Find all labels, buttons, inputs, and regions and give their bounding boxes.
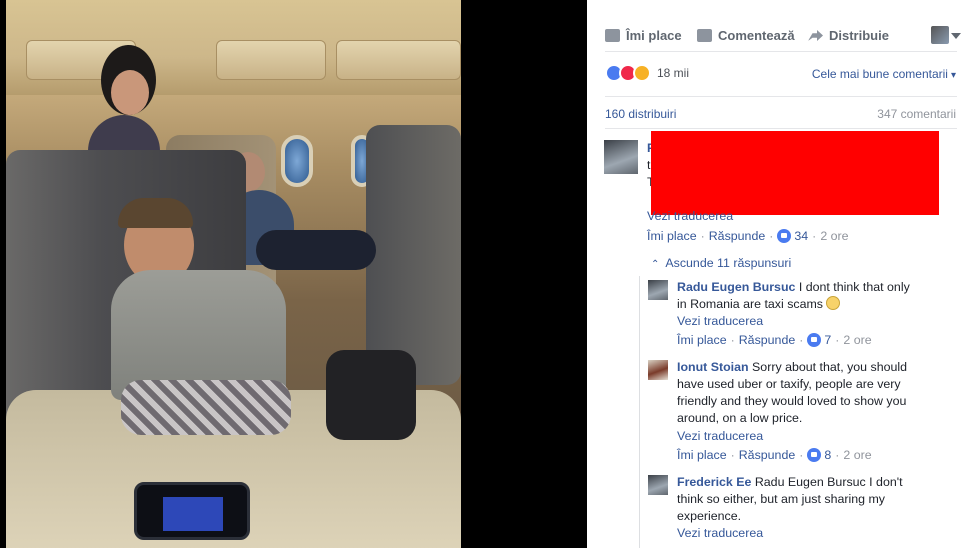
person-face [111,70,149,115]
share-arrow-icon [808,30,823,41]
reply-avatar[interactable] [648,280,668,300]
reply-text: think so either, but am just sharing my [677,492,885,506]
post-photo[interactable] [6,0,461,548]
reply-text: experience. [677,509,742,523]
comments-panel: Îmi place Comentează Distribuie 18 mii C… [587,0,970,548]
reaction-count: 18 mii [657,66,690,80]
see-translation-link[interactable]: Vezi traducerea [647,209,733,223]
comment-button[interactable]: Comentează [697,28,795,43]
hide-replies-label: Ascunde 11 răspunsuri [665,256,792,270]
reply-like-link[interactable]: Îmi place [677,448,727,462]
reply-timestamp[interactable]: 2 ore [843,448,871,462]
reply-like-link[interactable]: Îmi place [677,333,727,347]
shares-count-link[interactable]: 160 distribuiri [605,107,676,121]
comment-reply-link[interactable]: Răspunde [709,229,766,243]
divider [605,96,957,97]
thumbs-up-icon [605,29,620,42]
chevron-down-icon[interactable] [951,33,961,39]
reply-text: have used uber or taxify, people are ver… [677,377,901,391]
share-label: Distribuie [829,28,889,43]
cabin-window [281,135,313,187]
wow-reaction-icon [633,64,651,82]
reply-avatar[interactable] [648,360,668,380]
divider [605,128,957,129]
seat [366,125,461,385]
seat-remote-screen [134,482,250,540]
like-badge-icon [777,229,792,243]
reply-text: Radu Eugen Bursuc I dont think that only [677,280,910,294]
like-badge-icon [807,448,822,462]
reply-timestamp[interactable]: 2 ore [843,333,871,347]
comment-like-link[interactable]: Îmi place [647,229,697,243]
chevron-up-icon: ⌃ [651,259,660,270]
comment-like-count[interactable]: 34 [794,229,808,243]
person-legs [256,230,376,270]
reply-thread-line [639,276,640,548]
comment-label: Comentează [718,28,795,43]
like-badge-icon [807,333,822,347]
overhead-bin [336,40,461,80]
speech-bubble-icon [697,29,712,42]
commenter-avatar[interactable] [604,140,638,174]
reply-author[interactable]: Radu Eugen Bursuc [677,280,795,294]
reply-reply-link[interactable]: Răspunde [739,333,796,347]
see-translation-link[interactable]: Vezi traducerea [677,429,763,443]
reply-meta: Îmi place · Răspunde · 8 · 2 ore [677,448,872,462]
screen-display [163,497,223,531]
comments-count[interactable]: 347 comentarii [877,107,956,121]
reply-text: in Romania are taxi scams [677,296,841,313]
backpack [326,350,416,440]
like-label: Îmi place [626,28,682,43]
reply-reply-link[interactable]: Răspunde [739,448,796,462]
reply-author[interactable]: Frederick Ee [677,475,751,489]
reply-text: friendly and they would loved to show yo… [677,394,907,408]
reply-like-count[interactable]: 7 [824,333,831,347]
reply-author[interactable]: Ionut Stoian [677,360,749,374]
reactions-summary[interactable]: 18 mii [605,64,689,82]
pillow [121,380,291,435]
see-translation-link[interactable]: Vezi traducerea [677,526,763,540]
profile-selector-avatar[interactable] [931,26,949,44]
reply-text: around, on a low price. [677,411,803,425]
post-actions-bar: Îmi place Comentează Distribuie [605,22,961,52]
reply-text: Frederick Ee Radu Eugen Bursuc I don't [677,475,903,489]
comment-meta: Îmi place · Răspunde · 34 · 2 ore [647,229,849,243]
reply-text: Ionut Stoian Sorry about that, you shoul… [677,360,908,374]
comment-text: t [647,158,651,172]
reply-meta: Îmi place · Răspunde · 7 · 2 ore [677,333,872,347]
reply-avatar[interactable] [648,475,668,495]
see-translation-link[interactable]: Vezi traducerea [677,314,763,328]
person-hair [118,198,193,228]
reply-like-count[interactable]: 8 [824,448,831,462]
smile-emoji-icon [826,296,841,310]
comment-timestamp[interactable]: 2 ore [820,229,848,243]
redaction-box [651,131,939,215]
overhead-bin [216,40,326,80]
share-button[interactable]: Distribuie [808,28,889,43]
comment-sort-dropdown[interactable]: Cele mai bune comentarii [812,67,956,81]
hide-replies-toggle[interactable]: ⌃ Ascunde 11 răspunsuri [651,256,791,270]
like-button[interactable]: Îmi place [605,28,682,43]
